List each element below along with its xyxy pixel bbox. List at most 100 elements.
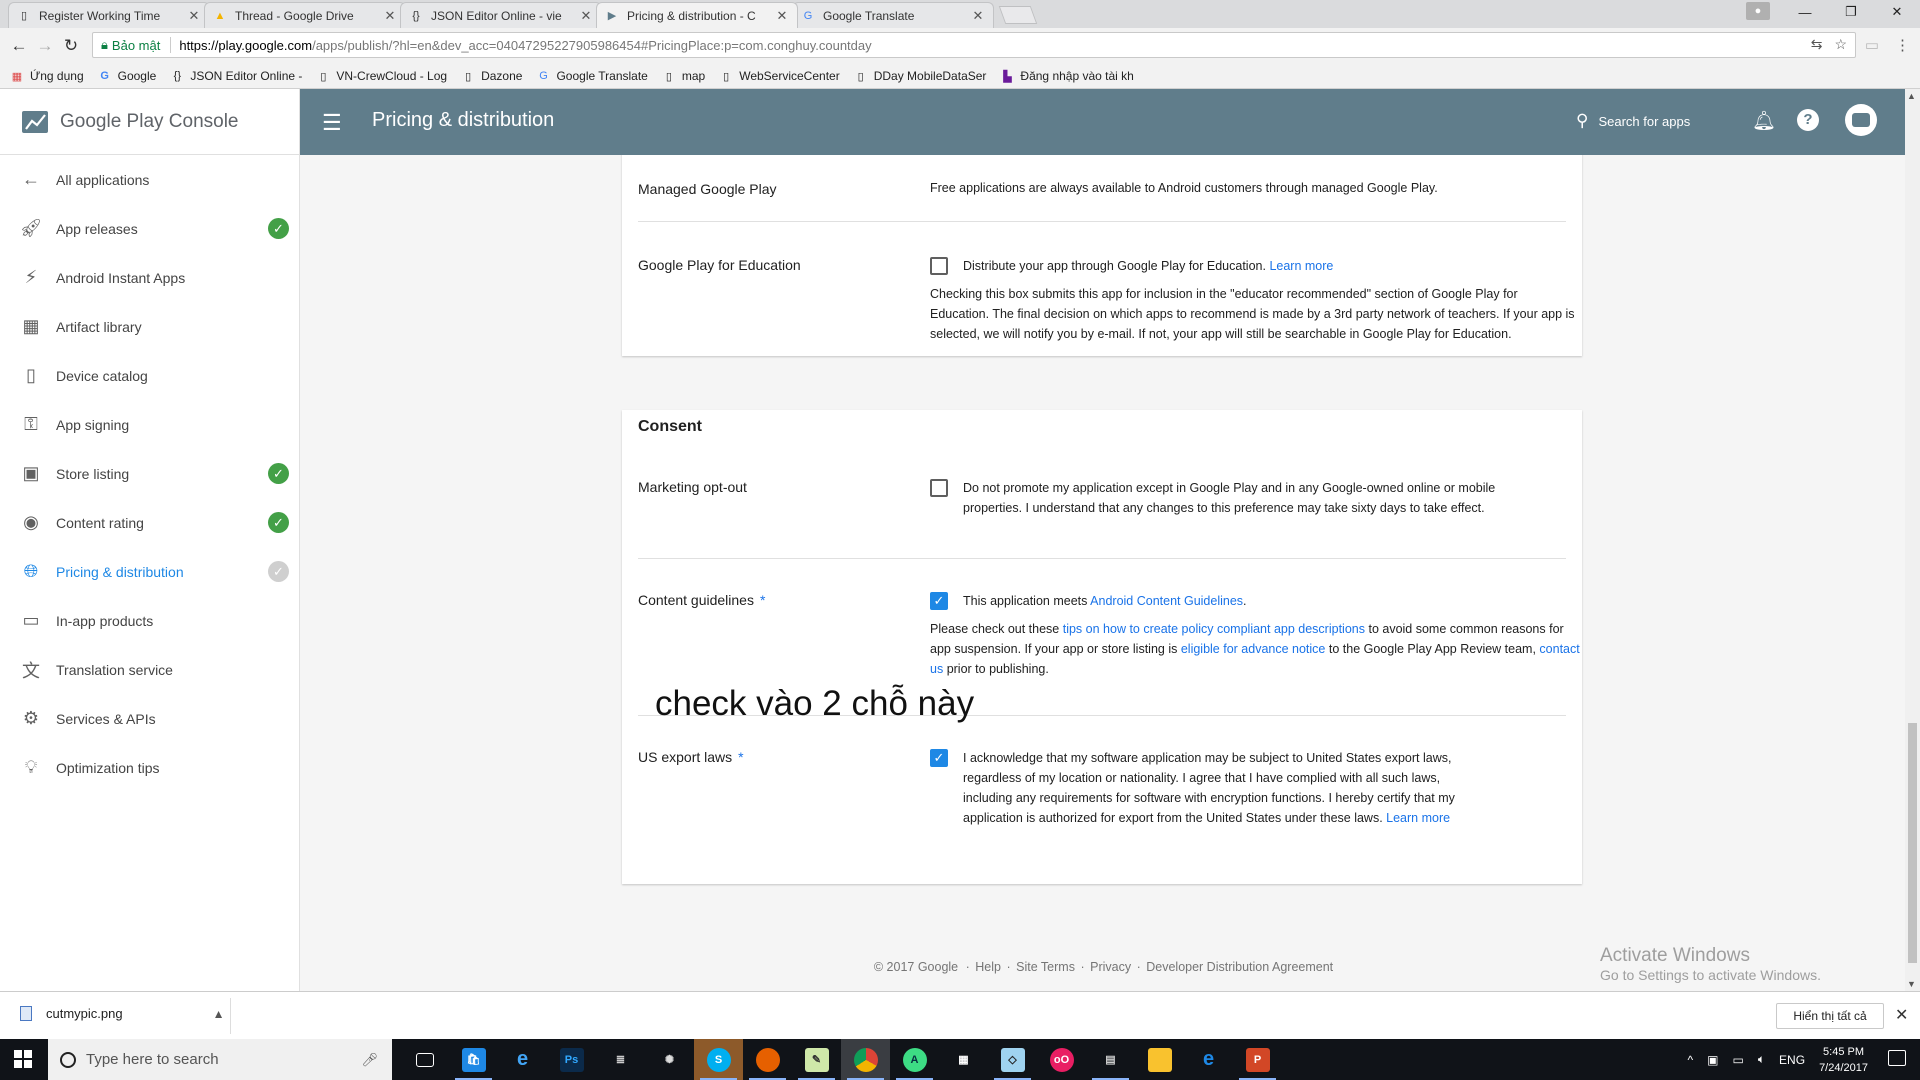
input-language[interactable]: ENG xyxy=(1779,1053,1805,1067)
android-studio-icon[interactable]: A xyxy=(890,1039,939,1080)
hamburger-menu-icon[interactable]: ☰ xyxy=(322,110,342,136)
us-export-laws-checkbox[interactable]: ✓ xyxy=(930,749,948,767)
photoshop-icon[interactable]: Ps xyxy=(547,1039,596,1080)
footer-site-terms-link[interactable]: Site Terms xyxy=(1016,960,1075,974)
app-icon[interactable]: ✺ xyxy=(645,1039,694,1080)
notepad-icon[interactable]: ✎ xyxy=(792,1039,841,1080)
marketing-optout-checkbox[interactable] xyxy=(930,479,948,497)
bookmark-item[interactable]: ▯ Dazone xyxy=(461,69,522,83)
page-scrollbar[interactable]: ▲ ▼ xyxy=(1905,89,1920,991)
task-view-icon[interactable] xyxy=(400,1039,449,1080)
action-center-icon[interactable] xyxy=(1888,1050,1906,1066)
translate-page-icon[interactable]: ⇆ xyxy=(1811,36,1823,53)
sidebar-item-app-releases[interactable]: 🚀︎ App releases ✓ xyxy=(0,204,299,253)
scrollbar-thumb[interactable] xyxy=(1908,723,1917,963)
windows-start-icon[interactable] xyxy=(14,1050,32,1068)
sidebar-item-all-applications[interactable]: ← All applications xyxy=(0,155,299,204)
footer-privacy-link[interactable]: Privacy xyxy=(1090,960,1131,974)
chevron-up-icon[interactable]: ▲ xyxy=(213,1007,225,1021)
bookmark-item[interactable]: ▯ WebServiceCenter xyxy=(719,69,840,83)
firefox-icon[interactable] xyxy=(743,1039,792,1080)
sidebar-item-artifact-library[interactable]: ▦ Artifact library xyxy=(0,302,299,351)
footer-dda-link[interactable]: Developer Distribution Agreement xyxy=(1146,960,1333,974)
restore-icon[interactable]: ❐ xyxy=(1828,0,1874,24)
browser-tab[interactable]: ▲ Thread - Google Drive ✕ xyxy=(204,2,406,28)
content-guidelines-checkbox[interactable]: ✓ xyxy=(930,592,948,610)
minimize-icon[interactable]: — xyxy=(1782,0,1828,24)
extension-icon[interactable]: ▭ xyxy=(1865,36,1879,54)
close-icon[interactable]: ✕ xyxy=(971,8,985,24)
education-checkbox[interactable] xyxy=(930,257,948,275)
microphone-icon[interactable]: 🎤︎ xyxy=(361,1052,378,1068)
clock[interactable]: 5:45 PM 7/24/2017 xyxy=(1819,1044,1868,1076)
powerpoint-icon[interactable]: P xyxy=(1233,1039,1282,1080)
profile-icon[interactable]: ● xyxy=(1746,2,1770,20)
sidebar-item-store-listing[interactable]: ▣ Store listing ✓ xyxy=(0,449,299,498)
bookmark-item[interactable]: ▯ VN-CrewCloud - Log xyxy=(316,69,447,83)
file-explorer-icon[interactable] xyxy=(1135,1039,1184,1080)
policy-tips-link[interactable]: tips on how to create policy compliant a… xyxy=(1063,622,1365,636)
app-tray-icon[interactable]: ▣ xyxy=(1707,1053,1718,1067)
sidebar-item-translation-service[interactable]: 文 Translation service xyxy=(0,645,299,694)
sidebar-item-optimization-tips[interactable]: 💡︎ Optimization tips xyxy=(0,743,299,792)
help-icon[interactable]: ? xyxy=(1797,109,1819,131)
sidebar-item-in-app-products[interactable]: ▭ In-app products xyxy=(0,596,299,645)
close-icon[interactable]: ✕ xyxy=(187,8,201,24)
ie-icon[interactable]: e xyxy=(498,1039,547,1080)
app-icon[interactable]: oO xyxy=(1037,1039,1086,1080)
url-text[interactable]: https://play.google.com/apps/publish/?hl… xyxy=(179,38,871,53)
reload-icon[interactable]: ↻ xyxy=(58,36,84,56)
bookmark-star-icon[interactable]: ☆ xyxy=(1834,36,1847,53)
download-item[interactable]: cutmypic.png ▲ xyxy=(20,1006,224,1021)
close-icon[interactable]: ✕ xyxy=(1895,1005,1908,1025)
account-avatar[interactable] xyxy=(1845,104,1877,136)
volume-icon[interactable]: 🔈︎ xyxy=(1758,1052,1765,1067)
show-all-downloads-button[interactable]: Hiển thị tất cả xyxy=(1776,1003,1884,1029)
network-icon[interactable]: ▭ xyxy=(1733,1053,1744,1067)
learn-more-link[interactable]: Learn more xyxy=(1386,811,1450,825)
app-icon[interactable]: ◇ xyxy=(988,1039,1037,1080)
forward-icon[interactable]: → xyxy=(32,36,58,56)
search-apps-button[interactable]: ⚲ Search for apps xyxy=(1576,111,1690,131)
close-icon[interactable]: ✕ xyxy=(383,8,397,24)
notifications-bell-icon[interactable]: 🔔︎ xyxy=(1752,109,1776,133)
sidebar-item-device-catalog[interactable]: ▯ Device catalog xyxy=(0,351,299,400)
database-icon[interactable]: ≣ xyxy=(596,1039,645,1080)
address-bar[interactable]: 🔒︎ Bảo mật https://play.google.com/apps/… xyxy=(92,32,1856,58)
bookmark-item[interactable]: G Google xyxy=(98,69,156,83)
chrome-icon[interactable] xyxy=(841,1039,890,1080)
sidebar-item-content-rating[interactable]: ◉ Content rating ✓ xyxy=(0,498,299,547)
skype-icon[interactable]: S xyxy=(694,1039,743,1080)
sidebar-item-app-signing[interactable]: ⚿ App signing xyxy=(0,400,299,449)
console-brand[interactable]: Google Play Console xyxy=(0,89,299,155)
bookmark-item[interactable]: {} JSON Editor Online - xyxy=(170,69,303,83)
content-guidelines-link[interactable]: Android Content Guidelines xyxy=(1090,594,1243,608)
bookmark-item[interactable]: ▯ DDay MobileDataSer xyxy=(854,69,987,83)
advance-notice-link[interactable]: eligible for advance notice xyxy=(1181,642,1326,656)
taskbar-search-box[interactable]: Type here to search 🎤︎ xyxy=(48,1039,392,1080)
bookmark-item[interactable]: ▦ Ứng dụng xyxy=(10,69,84,83)
scroll-up-icon[interactable]: ▲ xyxy=(1907,91,1916,101)
browser-tab-active[interactable]: ▶ Pricing & distribution - C ✕ xyxy=(596,2,798,28)
app-icon[interactable]: ▤ xyxy=(1086,1039,1135,1080)
calculator-icon[interactable]: ▦ xyxy=(939,1039,988,1080)
chrome-menu-icon[interactable]: ⋮ xyxy=(1895,36,1910,54)
sidebar-item-android-instant-apps[interactable]: ⚡︎ Android Instant Apps xyxy=(0,253,299,302)
chevron-up-icon[interactable]: ^ xyxy=(1688,1053,1694,1067)
bookmark-item[interactable]: ▙ Đăng nhập vào tài kh xyxy=(1000,69,1134,83)
footer-help-link[interactable]: Help xyxy=(975,960,1001,974)
back-icon[interactable]: ← xyxy=(6,36,32,56)
store-icon[interactable]: 🛍︎ xyxy=(449,1039,498,1080)
browser-tab[interactable]: G Google Translate ✕ xyxy=(792,2,994,28)
close-window-icon[interactable]: ✕ xyxy=(1874,0,1920,24)
learn-more-link[interactable]: Learn more xyxy=(1269,259,1333,273)
edge-icon[interactable]: e xyxy=(1184,1039,1233,1080)
scroll-down-icon[interactable]: ▼ xyxy=(1907,979,1916,989)
browser-tab[interactable]: ▯ Register Working Time ✕ xyxy=(8,2,210,28)
close-icon[interactable]: ✕ xyxy=(775,8,789,24)
browser-tab[interactable]: {} JSON Editor Online - vie ✕ xyxy=(400,2,602,28)
bookmark-item[interactable]: G Google Translate xyxy=(536,69,648,83)
close-icon[interactable]: ✕ xyxy=(579,8,593,24)
sidebar-item-pricing-distribution[interactable]: 🌐︎ Pricing & distribution ✓ xyxy=(0,547,299,596)
new-tab-button[interactable] xyxy=(998,6,1038,24)
